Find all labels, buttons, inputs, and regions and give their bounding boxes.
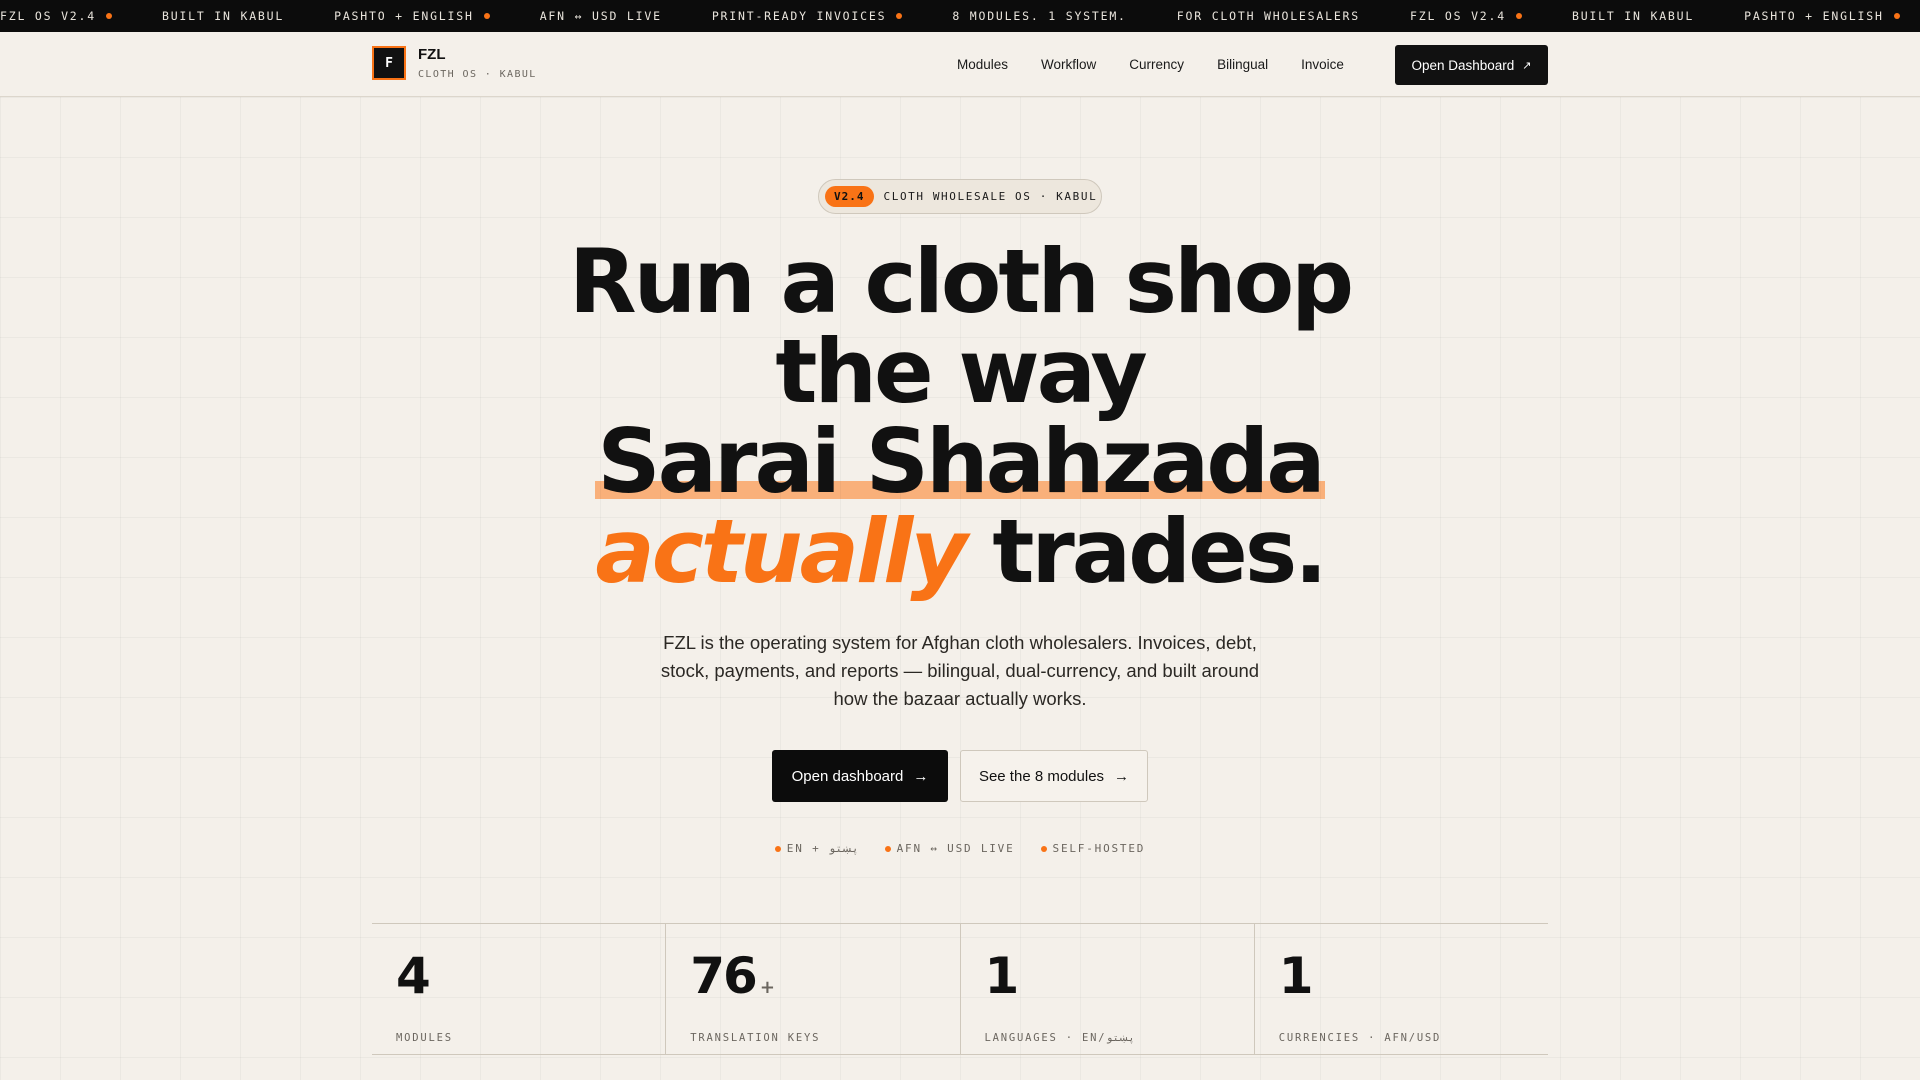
dot-icon [105,13,112,19]
nav-link-bilingual[interactable]: Bilingual [1217,57,1268,72]
tag-label: SELF-HOSTED [1052,842,1146,855]
version-badge: V2.4 CLOTH WHOLESALE OS · KABUL [818,179,1102,214]
announcement-ticker: FZL OS V2.4 BUILT IN KABUL PASHTO + ENGLIS… [0,0,1920,32]
tag-currency: AFN ↔ USD LIVE [884,842,1015,855]
brand-name: FZL [418,46,446,63]
brand[interactable]: F FZL CLOTH OS · KABUL [372,46,537,80]
version-pill: V2.4 [825,186,874,207]
stat-value: 1 [985,948,1254,1016]
open-dashboard-nav-label: Open Dashboard [1411,57,1515,73]
open-dashboard-nav-button[interactable]: Open Dashboard ↗ [1395,45,1548,85]
ticker-text: BUILT IN KABUL [161,9,285,23]
arrow-right-icon: → [1114,767,1130,785]
see-modules-label: See the 8 modules [978,767,1105,785]
stat-currencies: 1 CURRENCIES · AFN/USD [1255,924,1548,1054]
stat-label: TRANSLATION KEYS [690,1032,821,1044]
ticker-text: PASHTO + ENGLISH [334,9,474,23]
ticker-item: PASHTO + ENGLISH [1744,9,1900,23]
hero-description: FZL is the operating system for Afghan c… [660,632,1260,709]
ticker-text: 8 MODULES. 1 SYSTEM. [952,9,1127,23]
headline-line-3: Sarai Shahzada [597,410,1325,513]
stat-label: CURRENCIES · AFN/USD [1278,1032,1442,1044]
ticker-track: FZL OS V2.4 BUILT IN KABUL PASHTO + ENGLIS… [0,0,1920,32]
arrow-right-icon: → [913,767,929,785]
ticker-text: PRINT-READY INVOICES [711,9,887,23]
tag-bilingual: EN + پښتو [774,842,859,855]
tag-self-hosted: SELF-HOSTED [1040,842,1146,855]
nav-links: Modules Workflow Currency Bilingual Invo… [957,32,1377,96]
ticker-text: FZL OS V2.4 [1410,9,1506,23]
hero-headline: Run a cloth shop the way Sarai Shahzada … [460,237,1460,597]
stat-number: 76 [690,947,758,1005]
arrow-up-right-icon: ↗ [1522,59,1532,72]
badge-text: CLOTH WHOLESALE OS · KABUL [883,190,1098,203]
headline-highlight: Sarai Shahzada [595,417,1326,507]
nav-link-workflow[interactable]: Workflow [1041,57,1096,72]
stats-strip: 4 MODULES 76 + TRANSLATION KEYS 1 LANGUAG… [372,923,1548,1055]
nav-link-modules[interactable]: Modules [957,57,1008,72]
headline-line-1: Run a cloth shop [568,230,1354,333]
stat-number: 1 [984,947,1020,1005]
stat-translation-keys: 76 + TRANSLATION KEYS [666,924,961,1054]
open-dashboard-label: Open dashboard [791,767,904,785]
stat-value: 76 + [690,948,959,1016]
stat-suffix: + [759,977,775,998]
stat-value: 1 [1279,948,1548,1016]
headline-line-4-rest: trades. [964,500,1327,603]
brand-tagline: CLOTH OS · KABUL [418,69,537,80]
headline-accent-word: actually [595,500,967,603]
headline-line-4: actually trades. [460,507,1460,597]
ticker-item: 8 MODULES. 1 SYSTEM. [952,9,1126,23]
ticker-item: FOR CLOTH WHOLESALERS [1177,9,1360,23]
tag-label: EN + پښتو [786,842,859,855]
stat-label: MODULES [396,1032,453,1044]
ticker-item: FZL OS V2.4 [1410,9,1522,23]
dot-icon [884,845,891,852]
dot-icon [1893,13,1900,19]
stat-number: 1 [1278,947,1314,1005]
ticker-item: PASHTO + ENGLISH [334,9,490,23]
stat-value: 4 [396,948,665,1016]
dot-icon [1515,13,1522,19]
logo-icon: F [372,46,406,80]
ticker-text: FZL OS V2.4 [0,9,96,23]
dot-icon [1040,845,1047,852]
dot-icon [483,13,490,19]
stat-number: 4 [396,947,431,1005]
headline-line-3-wrapper: Sarai Shahzada [460,417,1460,507]
top-nav: F FZL CLOTH OS · KABUL Modules Workflow … [0,32,1920,97]
stat-languages: 1 LANGUAGES · EN/پښتو [961,924,1255,1054]
ticker-item: PRINT-READY INVOICES [711,9,903,23]
open-dashboard-button[interactable]: Open dashboard → [772,750,948,802]
stat-label: LANGUAGES · EN/پښتو [984,1032,1135,1044]
ticker-text: AFN ↔ USD LIVE [539,9,662,23]
ticker-text: BUILT IN KABUL [1571,9,1695,23]
ticker-text: FOR CLOTH WHOLESALERS [1176,9,1360,23]
dot-icon [774,845,781,852]
nav-link-invoice[interactable]: Invoice [1301,57,1344,72]
ticker-text: PASHTO + ENGLISH [1744,9,1884,23]
brand-text: FZL CLOTH OS · KABUL [418,46,537,80]
tag-label: AFN ↔ USD LIVE [896,842,1015,855]
headline-line-2: the way [775,320,1147,423]
ticker-item: BUILT IN KABUL [162,9,284,23]
nav-link-currency[interactable]: Currency [1129,57,1184,72]
ticker-item: AFN ↔ USD LIVE [540,9,662,23]
see-modules-button[interactable]: See the 8 modules → [960,750,1148,802]
stat-modules: 4 MODULES [372,924,667,1054]
ticker-item: FZL OS V2.4 [0,9,112,23]
feature-tags: EN + پښتو AFN ↔ USD LIVE SELF-HOSTED [660,842,1260,855]
ticker-item: BUILT IN KABUL [1572,9,1694,23]
dot-icon [896,13,903,19]
